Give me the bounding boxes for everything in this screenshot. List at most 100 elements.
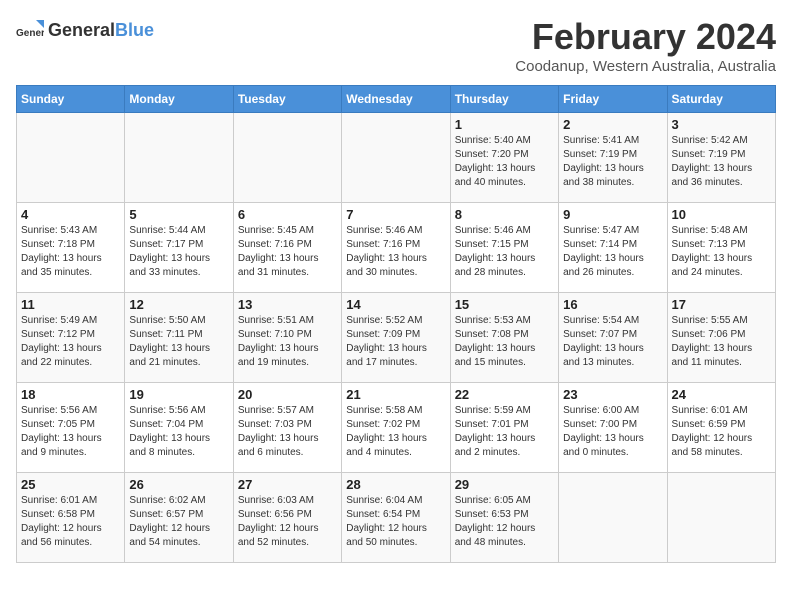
day-number: 28: [346, 477, 445, 492]
calendar-cell: 20 Sunrise: 5:57 AM Sunset: 7:03 PM Dayli…: [233, 383, 341, 473]
subtitle: Coodanup, Western Australia, Australia: [515, 58, 776, 75]
calendar-cell: 23Sunrise: 6:00 AM Sunset: 7:00 PM Dayli…: [559, 383, 667, 473]
day-info: Sunrise: 5:45 AM Sunset: 7:16 PM Dayligh…: [238, 224, 337, 280]
day-number: 29: [455, 477, 554, 492]
header-day-tuesday: Tuesday: [233, 86, 341, 113]
day-info: Sunrise: 5:46 AM Sunset: 7:15 PM Dayligh…: [455, 224, 554, 280]
day-number: 20: [238, 387, 337, 402]
calendar-cell: 28 Sunrise: 6:04 AM Sunset: 6:54 PM Dayli…: [342, 473, 450, 563]
week-row-3: 11Sunrise: 5:49 AM Sunset: 7:12 PM Dayli…: [17, 293, 776, 383]
day-number: 2: [563, 117, 662, 132]
day-number: 27: [238, 477, 337, 492]
day-number: 15: [455, 297, 554, 312]
day-number: 23: [563, 387, 662, 402]
day-info: Sunrise: 5:59 AM Sunset: 7:01 PM Dayligh…: [455, 404, 554, 460]
day-info: Sunrise: 5:58 AM Sunset: 7:02 PM Dayligh…: [346, 404, 445, 460]
day-info: Sunrise: 5:42 AM Sunset: 7:19 PM Dayligh…: [672, 134, 771, 190]
calendar-cell: 10 Sunrise: 5:48 AM Sunset: 7:13 PM Dayli…: [667, 203, 775, 293]
day-number: 1: [455, 117, 554, 132]
calendar-cell: 19 Sunrise: 5:56 AM Sunset: 7:04 PM Dayli…: [125, 383, 233, 473]
day-number: 8: [455, 207, 554, 222]
day-info: Sunrise: 6:04 AM Sunset: 6:54 PM Dayligh…: [346, 494, 445, 550]
calendar-cell: 11Sunrise: 5:49 AM Sunset: 7:12 PM Dayli…: [17, 293, 125, 383]
day-info: Sunrise: 5:41 AM Sunset: 7:19 PM Dayligh…: [563, 134, 662, 190]
logo-icon: General: [16, 16, 44, 44]
logo-blue: Blue: [115, 20, 154, 40]
header-day-monday: Monday: [125, 86, 233, 113]
day-info: Sunrise: 5:53 AM Sunset: 7:08 PM Dayligh…: [455, 314, 554, 370]
calendar-cell: 13 Sunrise: 5:51 AM Sunset: 7:10 PM Dayli…: [233, 293, 341, 383]
week-row-2: 4Sunrise: 5:43 AM Sunset: 7:18 PM Daylig…: [17, 203, 776, 293]
calendar-cell: 18Sunrise: 5:56 AM Sunset: 7:05 PM Dayli…: [17, 383, 125, 473]
calendar-cell: 5 Sunrise: 5:44 AM Sunset: 7:17 PM Daylig…: [125, 203, 233, 293]
main-title: February 2024: [515, 16, 776, 58]
day-number: 14: [346, 297, 445, 312]
day-number: 7: [346, 207, 445, 222]
logo: General GeneralBlue: [16, 16, 154, 44]
calendar-cell: 8 Sunrise: 5:46 AM Sunset: 7:15 PM Daylig…: [450, 203, 558, 293]
day-number: 13: [238, 297, 337, 312]
day-number: 25: [21, 477, 120, 492]
day-number: 9: [563, 207, 662, 222]
calendar-cell: 26 Sunrise: 6:02 AM Sunset: 6:57 PM Dayli…: [125, 473, 233, 563]
day-number: 26: [129, 477, 228, 492]
day-info: Sunrise: 6:01 AM Sunset: 6:58 PM Dayligh…: [21, 494, 120, 550]
calendar-cell: 25 Sunrise: 6:01 AM Sunset: 6:58 PM Dayli…: [17, 473, 125, 563]
day-info: Sunrise: 5:54 AM Sunset: 7:07 PM Dayligh…: [563, 314, 662, 370]
calendar-cell: 14Sunrise: 5:52 AM Sunset: 7:09 PM Dayli…: [342, 293, 450, 383]
calendar-cell: 17Sunrise: 5:55 AM Sunset: 7:06 PM Dayli…: [667, 293, 775, 383]
calendar-cell: 1 Sunrise: 5:40 AM Sunset: 7:20 PM Daylig…: [450, 113, 558, 203]
calendar-cell: [17, 113, 125, 203]
calendar-cell: 6 Sunrise: 5:45 AM Sunset: 7:16 PM Daylig…: [233, 203, 341, 293]
day-number: 11: [21, 297, 120, 312]
day-number: 3: [672, 117, 771, 132]
calendar-cell: 7 Sunrise: 5:46 AM Sunset: 7:16 PM Daylig…: [342, 203, 450, 293]
calendar-cell: 2 Sunrise: 5:41 AM Sunset: 7:19 PM Daylig…: [559, 113, 667, 203]
day-number: 24: [672, 387, 771, 402]
calendar-cell: [233, 113, 341, 203]
day-info: Sunrise: 5:57 AM Sunset: 7:03 PM Dayligh…: [238, 404, 337, 460]
day-info: Sunrise: 5:40 AM Sunset: 7:20 PM Dayligh…: [455, 134, 554, 190]
calendar-cell: [667, 473, 775, 563]
calendar-cell: 12 Sunrise: 5:50 AM Sunset: 7:11 PM Dayli…: [125, 293, 233, 383]
calendar-cell: [125, 113, 233, 203]
day-number: 5: [129, 207, 228, 222]
header-row: SundayMondayTuesdayWednesdayThursdayFrid…: [17, 86, 776, 113]
day-number: 21: [346, 387, 445, 402]
day-number: 22: [455, 387, 554, 402]
day-info: Sunrise: 5:44 AM Sunset: 7:17 PM Dayligh…: [129, 224, 228, 280]
calendar-cell: 21 Sunrise: 5:58 AM Sunset: 7:02 PM Dayli…: [342, 383, 450, 473]
day-info: Sunrise: 5:46 AM Sunset: 7:16 PM Dayligh…: [346, 224, 445, 280]
day-info: Sunrise: 6:01 AM Sunset: 6:59 PM Dayligh…: [672, 404, 771, 460]
calendar-cell: 29Sunrise: 6:05 AM Sunset: 6:53 PM Dayli…: [450, 473, 558, 563]
header-day-saturday: Saturday: [667, 86, 775, 113]
calendar-table: SundayMondayTuesdayWednesdayThursdayFrid…: [16, 85, 776, 563]
day-number: 16: [563, 297, 662, 312]
day-info: Sunrise: 5:56 AM Sunset: 7:04 PM Dayligh…: [129, 404, 228, 460]
calendar-cell: 27 Sunrise: 6:03 AM Sunset: 6:56 PM Dayli…: [233, 473, 341, 563]
header: General GeneralBlue February 2024 Coodan…: [16, 16, 776, 75]
day-number: 10: [672, 207, 771, 222]
calendar-cell: 9Sunrise: 5:47 AM Sunset: 7:14 PM Daylig…: [559, 203, 667, 293]
day-number: 12: [129, 297, 228, 312]
calendar-cell: 3 Sunrise: 5:42 AM Sunset: 7:19 PM Daylig…: [667, 113, 775, 203]
svg-text:General: General: [16, 28, 44, 39]
week-row-1: 1 Sunrise: 5:40 AM Sunset: 7:20 PM Daylig…: [17, 113, 776, 203]
day-number: 6: [238, 207, 337, 222]
day-info: Sunrise: 5:48 AM Sunset: 7:13 PM Dayligh…: [672, 224, 771, 280]
day-number: 4: [21, 207, 120, 222]
calendar-cell: 22 Sunrise: 5:59 AM Sunset: 7:01 PM Dayli…: [450, 383, 558, 473]
day-info: Sunrise: 5:51 AM Sunset: 7:10 PM Dayligh…: [238, 314, 337, 370]
calendar-cell: [559, 473, 667, 563]
day-info: Sunrise: 6:02 AM Sunset: 6:57 PM Dayligh…: [129, 494, 228, 550]
header-day-wednesday: Wednesday: [342, 86, 450, 113]
title-section: February 2024 Coodanup, Western Australi…: [515, 16, 776, 75]
day-info: Sunrise: 6:03 AM Sunset: 6:56 PM Dayligh…: [238, 494, 337, 550]
calendar-cell: 15 Sunrise: 5:53 AM Sunset: 7:08 PM Dayli…: [450, 293, 558, 383]
header-day-sunday: Sunday: [17, 86, 125, 113]
week-row-4: 18Sunrise: 5:56 AM Sunset: 7:05 PM Dayli…: [17, 383, 776, 473]
day-info: Sunrise: 5:56 AM Sunset: 7:05 PM Dayligh…: [21, 404, 120, 460]
calendar-cell: [342, 113, 450, 203]
day-info: Sunrise: 5:50 AM Sunset: 7:11 PM Dayligh…: [129, 314, 228, 370]
day-number: 19: [129, 387, 228, 402]
